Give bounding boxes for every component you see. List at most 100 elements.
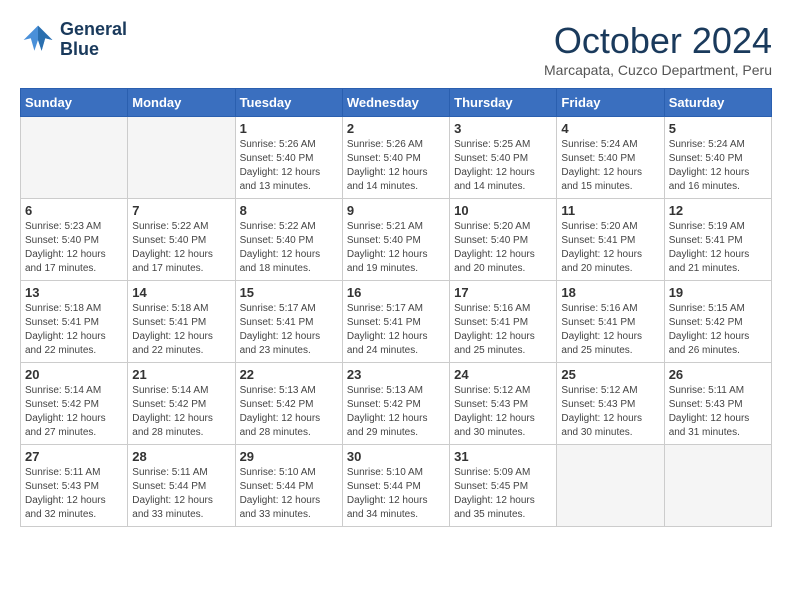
day-info: Sunrise: 5:17 AMSunset: 5:41 PMDaylight:…: [240, 302, 338, 358]
day-info: Sunrise: 5:16 AMSunset: 5:41 PMDaylight:…: [454, 302, 552, 358]
calendar-day-cell: 3 Sunrise: 5:25 AMSunset: 5:40 PMDaylight…: [450, 117, 557, 199]
calendar-day-cell: [664, 445, 771, 527]
day-number: 21: [132, 367, 230, 382]
calendar-day-cell: [21, 117, 128, 199]
logo: General Blue: [20, 20, 127, 60]
calendar-day-cell: [128, 117, 235, 199]
day-info: Sunrise: 5:12 AMSunset: 5:43 PMDaylight:…: [561, 384, 659, 440]
day-info: Sunrise: 5:26 AMSunset: 5:40 PMDaylight:…: [240, 138, 338, 194]
calendar-day-cell: 6Sunrise: 5:23 AMSunset: 5:40 PMDaylight…: [21, 199, 128, 281]
day-info: Sunrise: 5:21 AMSunset: 5:40 PMDaylight:…: [347, 220, 445, 276]
month-title: October 2024: [544, 20, 772, 62]
calendar-day-cell: 16 Sunrise: 5:17 AMSunset: 5:41 PMDayligh…: [342, 281, 449, 363]
day-number: 12: [669, 203, 767, 218]
day-number: 22: [240, 367, 338, 382]
day-info: Sunrise: 5:17 AMSunset: 5:41 PMDaylight:…: [347, 302, 445, 358]
calendar-day-cell: 7 Sunrise: 5:22 AMSunset: 5:40 PMDaylight…: [128, 199, 235, 281]
day-info: Sunrise: 5:12 AMSunset: 5:43 PMDaylight:…: [454, 384, 552, 440]
day-info: Sunrise: 5:18 AMSunset: 5:41 PMDaylight:…: [25, 302, 123, 358]
day-info: Sunrise: 5:22 AMSunset: 5:40 PMDaylight:…: [240, 220, 338, 276]
calendar-day-cell: 10 Sunrise: 5:20 AMSunset: 5:40 PMDayligh…: [450, 199, 557, 281]
day-number: 19: [669, 285, 767, 300]
day-info: Sunrise: 5:18 AMSunset: 5:41 PMDaylight:…: [132, 302, 230, 358]
calendar-day-cell: 21Sunrise: 5:14 AMSunset: 5:42 PMDayligh…: [128, 363, 235, 445]
day-number: 16: [347, 285, 445, 300]
calendar-day-cell: 17 Sunrise: 5:16 AMSunset: 5:41 PMDayligh…: [450, 281, 557, 363]
calendar-body: 1 Sunrise: 5:26 AMSunset: 5:40 PMDaylight…: [21, 117, 772, 527]
day-number: 24: [454, 367, 552, 382]
day-number: 26: [669, 367, 767, 382]
logo-text: General Blue: [60, 20, 127, 60]
weekday-header-cell: Thursday: [450, 89, 557, 117]
calendar-day-cell: 25 Sunrise: 5:12 AMSunset: 5:43 PMDayligh…: [557, 363, 664, 445]
calendar-day-cell: 5Sunrise: 5:24 AMSunset: 5:40 PMDaylight…: [664, 117, 771, 199]
calendar-day-cell: 12 Sunrise: 5:19 AMSunset: 5:41 PMDayligh…: [664, 199, 771, 281]
weekday-header-cell: Wednesday: [342, 89, 449, 117]
day-number: 18: [561, 285, 659, 300]
day-number: 14: [132, 285, 230, 300]
calendar-day-cell: 18 Sunrise: 5:16 AMSunset: 5:41 PMDayligh…: [557, 281, 664, 363]
day-number: 8: [240, 203, 338, 218]
day-number: 13: [25, 285, 123, 300]
weekday-header-cell: Monday: [128, 89, 235, 117]
calendar-day-cell: 20Sunrise: 5:14 AMSunset: 5:42 PMDayligh…: [21, 363, 128, 445]
day-info: Sunrise: 5:20 AMSunset: 5:41 PMDaylight:…: [561, 220, 659, 276]
day-number: 15: [240, 285, 338, 300]
day-info: Sunrise: 5:11 AMSunset: 5:43 PMDaylight:…: [25, 466, 123, 522]
calendar-day-cell: 11Sunrise: 5:20 AMSunset: 5:41 PMDayligh…: [557, 199, 664, 281]
calendar-day-cell: 9Sunrise: 5:21 AMSunset: 5:40 PMDaylight…: [342, 199, 449, 281]
day-number: 4: [561, 121, 659, 136]
day-number: 1: [240, 121, 338, 136]
day-number: 27: [25, 449, 123, 464]
calendar-day-cell: 27 Sunrise: 5:11 AMSunset: 5:43 PMDayligh…: [21, 445, 128, 527]
calendar-day-cell: 22 Sunrise: 5:13 AMSunset: 5:42 PMDayligh…: [235, 363, 342, 445]
calendar-day-cell: 30Sunrise: 5:10 AMSunset: 5:44 PMDayligh…: [342, 445, 449, 527]
day-number: 10: [454, 203, 552, 218]
calendar-day-cell: 28Sunrise: 5:11 AMSunset: 5:44 PMDayligh…: [128, 445, 235, 527]
calendar-day-cell: 4 Sunrise: 5:24 AMSunset: 5:40 PMDaylight…: [557, 117, 664, 199]
calendar-week-row: 20Sunrise: 5:14 AMSunset: 5:42 PMDayligh…: [21, 363, 772, 445]
day-info: Sunrise: 5:13 AMSunset: 5:42 PMDaylight:…: [240, 384, 338, 440]
location-subtitle: Marcapata, Cuzco Department, Peru: [544, 62, 772, 78]
day-number: 31: [454, 449, 552, 464]
day-info: Sunrise: 5:22 AMSunset: 5:40 PMDaylight:…: [132, 220, 230, 276]
day-number: 28: [132, 449, 230, 464]
calendar-table: SundayMondayTuesdayWednesdayThursdayFrid…: [20, 88, 772, 527]
day-number: 17: [454, 285, 552, 300]
day-info: Sunrise: 5:16 AMSunset: 5:41 PMDaylight:…: [561, 302, 659, 358]
calendar-day-cell: 23Sunrise: 5:13 AMSunset: 5:42 PMDayligh…: [342, 363, 449, 445]
calendar-day-cell: 24 Sunrise: 5:12 AMSunset: 5:43 PMDayligh…: [450, 363, 557, 445]
title-area: October 2024 Marcapata, Cuzco Department…: [544, 20, 772, 78]
calendar-day-cell: 15 Sunrise: 5:17 AMSunset: 5:41 PMDayligh…: [235, 281, 342, 363]
day-number: 3: [454, 121, 552, 136]
day-info: Sunrise: 5:19 AMSunset: 5:41 PMDaylight:…: [669, 220, 767, 276]
weekday-header-cell: Sunday: [21, 89, 128, 117]
day-number: 25: [561, 367, 659, 382]
weekday-header-cell: Tuesday: [235, 89, 342, 117]
calendar-week-row: 6Sunrise: 5:23 AMSunset: 5:40 PMDaylight…: [21, 199, 772, 281]
day-number: 2: [347, 121, 445, 136]
day-info: Sunrise: 5:13 AMSunset: 5:42 PMDaylight:…: [347, 384, 445, 440]
weekday-header-cell: Saturday: [664, 89, 771, 117]
day-info: Sunrise: 5:24 AMSunset: 5:40 PMDaylight:…: [669, 138, 767, 194]
day-info: Sunrise: 5:11 AMSunset: 5:43 PMDaylight:…: [669, 384, 767, 440]
day-number: 7: [132, 203, 230, 218]
day-info: Sunrise: 5:10 AMSunset: 5:44 PMDaylight:…: [347, 466, 445, 522]
calendar-day-cell: 14 Sunrise: 5:18 AMSunset: 5:41 PMDayligh…: [128, 281, 235, 363]
calendar-day-cell: [557, 445, 664, 527]
day-info: Sunrise: 5:25 AMSunset: 5:40 PMDaylight:…: [454, 138, 552, 194]
day-info: Sunrise: 5:23 AMSunset: 5:40 PMDaylight:…: [25, 220, 123, 276]
day-info: Sunrise: 5:10 AMSunset: 5:44 PMDaylight:…: [240, 466, 338, 522]
weekday-header-row: SundayMondayTuesdayWednesdayThursdayFrid…: [21, 89, 772, 117]
day-info: Sunrise: 5:26 AMSunset: 5:40 PMDaylight:…: [347, 138, 445, 194]
calendar-day-cell: 26 Sunrise: 5:11 AMSunset: 5:43 PMDayligh…: [664, 363, 771, 445]
day-info: Sunrise: 5:24 AMSunset: 5:40 PMDaylight:…: [561, 138, 659, 194]
calendar-week-row: 27 Sunrise: 5:11 AMSunset: 5:43 PMDayligh…: [21, 445, 772, 527]
calendar-week-row: 13 Sunrise: 5:18 AMSunset: 5:41 PMDayligh…: [21, 281, 772, 363]
day-number: 29: [240, 449, 338, 464]
calendar-day-cell: 31 Sunrise: 5:09 AMSunset: 5:45 PMDayligh…: [450, 445, 557, 527]
day-info: Sunrise: 5:09 AMSunset: 5:45 PMDaylight:…: [454, 466, 552, 522]
day-info: Sunrise: 5:20 AMSunset: 5:40 PMDaylight:…: [454, 220, 552, 276]
calendar-day-cell: 1 Sunrise: 5:26 AMSunset: 5:40 PMDaylight…: [235, 117, 342, 199]
day-info: Sunrise: 5:15 AMSunset: 5:42 PMDaylight:…: [669, 302, 767, 358]
